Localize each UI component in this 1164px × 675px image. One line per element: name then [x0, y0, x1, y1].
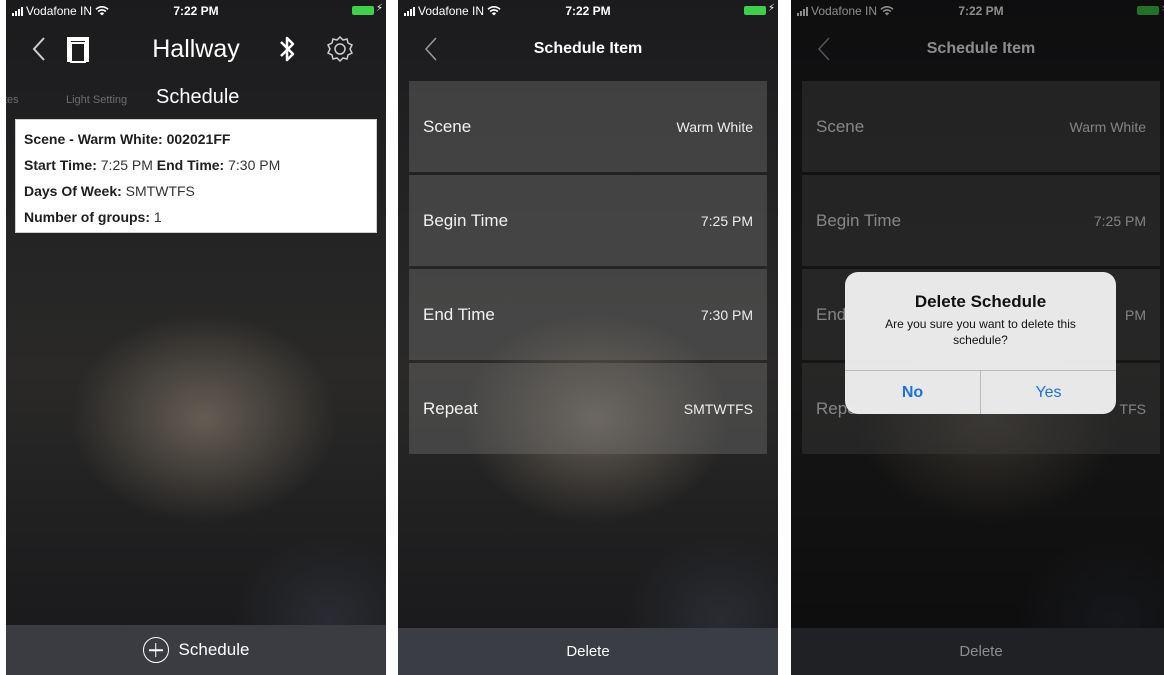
groups-label: Number of groups: — [24, 209, 150, 225]
days-label: Days Of Week: — [24, 183, 122, 199]
row-label: Begin Time — [423, 210, 509, 230]
status-time: 7:22 PM — [565, 4, 611, 18]
row-value: 7:30 PM — [700, 306, 753, 323]
delete-button[interactable]: Delete — [398, 628, 778, 675]
bluetooth-icon[interactable] — [277, 34, 297, 64]
alert-buttons: No Yes — [845, 370, 1116, 414]
delete-schedule-alert: Delete Schedule Are you sure you want to… — [845, 272, 1116, 414]
row-label: End Time — [423, 304, 495, 324]
schedule-item-rows: Scene Warm White Begin Time 7:25 PM End … — [409, 81, 767, 457]
row-repeat[interactable]: Repeat SMTWTFS — [409, 363, 767, 454]
charging-icon: ⚡ — [375, 3, 383, 14]
schedule-card[interactable]: Scene - Warm White: 002021FF Start Time:… — [15, 119, 377, 233]
end-time-value: 7:30 PM — [228, 157, 281, 173]
days-value: SMTWTFS — [125, 183, 195, 199]
alert-yes-button[interactable]: Yes — [981, 371, 1116, 414]
row-value: Warm White — [676, 118, 753, 135]
tab-light-setting[interactable]: Light Setting — [66, 94, 127, 106]
row-begin-time[interactable]: Begin Time 7:25 PM — [409, 175, 767, 266]
battery-icon — [352, 6, 374, 15]
phone-screen-delete-confirm: Vodafone IN 7:22 PM ⚡ Schedule Item Scen… — [791, 0, 1164, 675]
phone-screen-schedule-list: Vodafone IN 7:22 PM ⚡ Hallway tes Light … — [6, 0, 386, 675]
row-label: Repeat — [423, 398, 478, 418]
page-title: Schedule Item — [533, 40, 643, 57]
status-time: 7:22 PM — [173, 4, 219, 18]
schedule-scene: Scene - Warm White: 002021FF — [24, 131, 231, 147]
row-end-time[interactable]: End Time 7:30 PM — [409, 269, 767, 360]
tab-schedule[interactable]: Schedule — [156, 86, 239, 109]
status-bar: Vodafone IN 7:22 PM ⚡ — [398, 0, 778, 20]
status-bar: Vodafone IN 7:22 PM ⚡ — [6, 0, 386, 20]
row-scene[interactable]: Scene Warm White — [409, 81, 767, 172]
start-time-value: 7:25 PM — [100, 157, 153, 173]
phone-screen-schedule-item: Vodafone IN 7:22 PM ⚡ Schedule Item Scen… — [398, 0, 778, 675]
nav-bar: Schedule Item — [398, 20, 778, 76]
row-label: Scene — [423, 116, 472, 136]
add-schedule-label: Schedule — [178, 640, 250, 659]
alert-title: Delete Schedule — [914, 292, 1047, 311]
nav-bar: Hallway — [6, 20, 386, 76]
start-time-label: Start Time: — [24, 157, 97, 173]
alert-no-button[interactable]: No — [845, 371, 981, 414]
battery-icon — [744, 6, 766, 15]
charging-icon: ⚡ — [767, 3, 775, 14]
alert-message: Are you sure you want to delete this sch… — [885, 317, 1076, 347]
end-time-label: End Time: — [156, 157, 225, 173]
gear-icon[interactable] — [325, 34, 355, 64]
row-value: 7:25 PM — [700, 212, 753, 229]
tab-bar: tes Light Setting Schedule — [6, 86, 386, 112]
groups-value: 1 — [153, 209, 162, 225]
plus-circle-icon — [142, 637, 169, 663]
tab-scenes[interactable]: tes — [6, 94, 19, 106]
add-schedule-button[interactable]: Schedule — [6, 625, 386, 675]
row-value: SMTWTFS — [683, 400, 753, 417]
